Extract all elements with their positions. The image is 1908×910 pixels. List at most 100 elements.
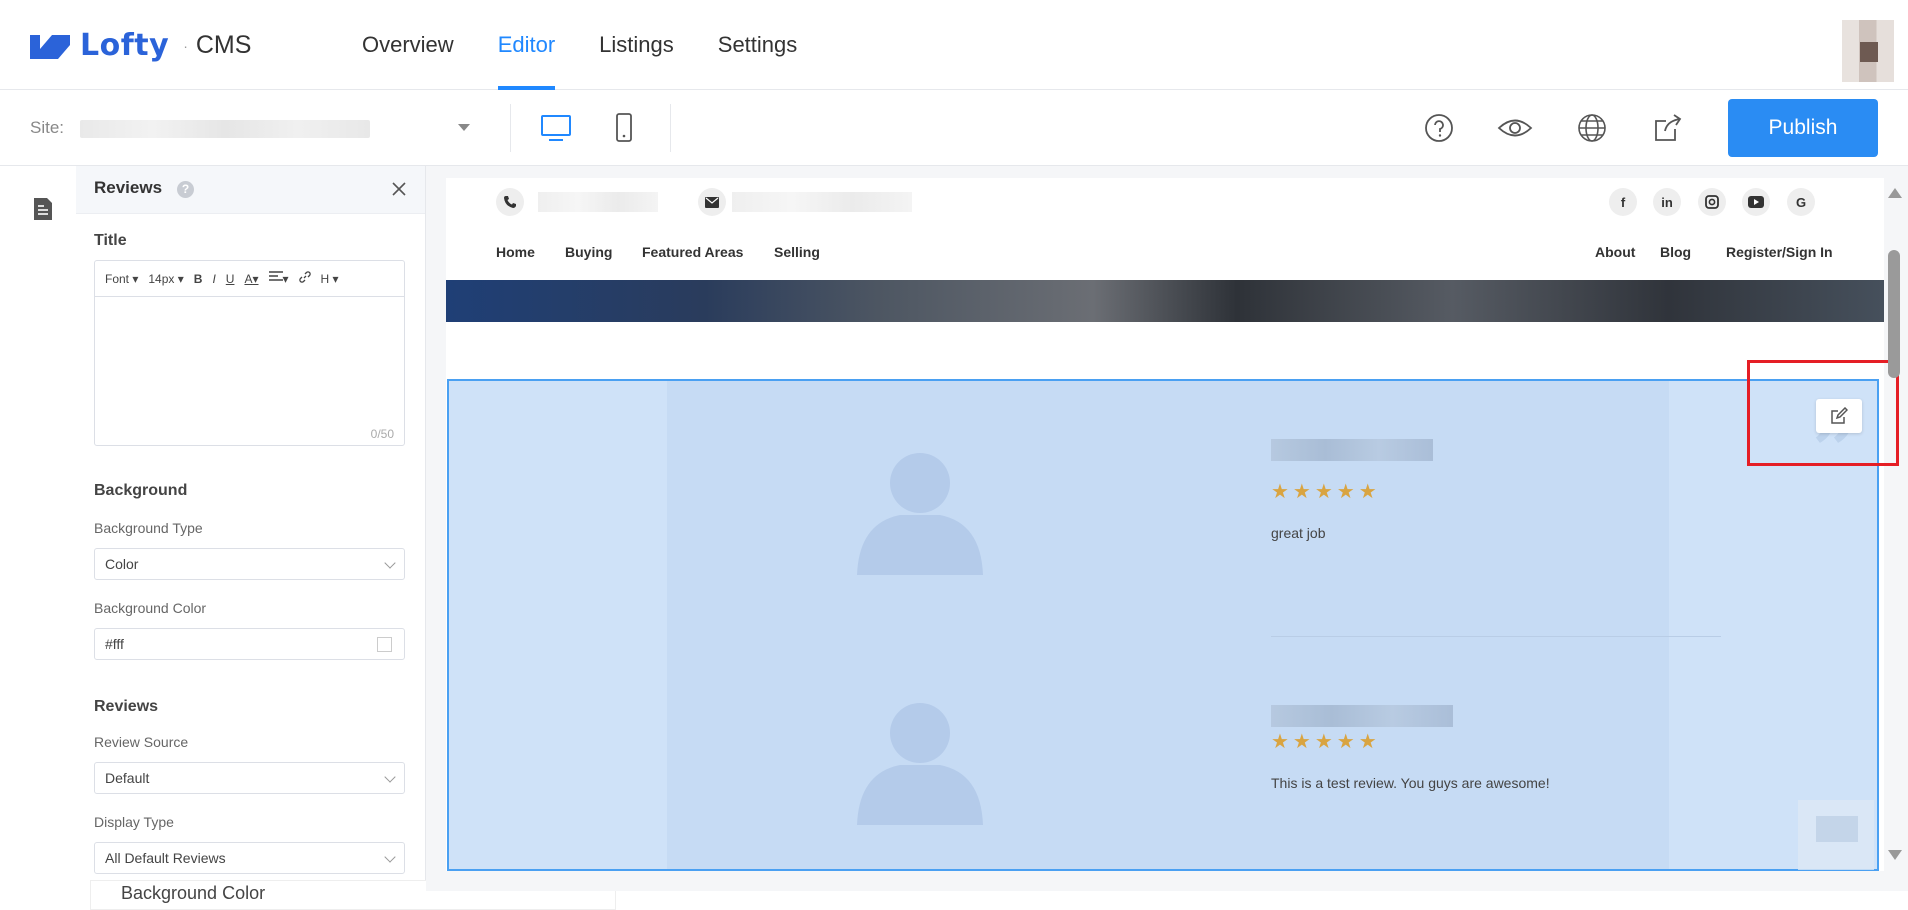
linkedin-icon[interactable]: in [1653, 188, 1681, 216]
site-nav-selling[interactable]: Selling [774, 244, 820, 260]
desktop-icon [541, 115, 571, 141]
background-type-select[interactable]: Color [94, 548, 405, 580]
globe-icon [1578, 114, 1606, 142]
display-type-label: Display Type [94, 814, 174, 830]
review-source-select[interactable]: Default [94, 762, 405, 794]
site-nav-home[interactable]: Home [496, 244, 535, 260]
background-section-heading: Background [94, 482, 188, 499]
caret-down-icon [458, 124, 470, 131]
background-color-label: Background Color [94, 600, 207, 616]
domain-button[interactable] [1572, 108, 1612, 148]
site-label: Site: [30, 118, 65, 137]
display-type-select[interactable]: All Default Reviews [94, 842, 405, 874]
nav-editor[interactable]: Editor [476, 0, 577, 90]
reviews-container: ” ★★★★★ great job ★★★★★ This is a test r… [667, 381, 1858, 869]
share-button[interactable] [1648, 108, 1688, 148]
chevron-down-icon [384, 557, 396, 569]
nav-overview[interactable]: Overview [340, 0, 476, 90]
review-text: This is a test review. You guys are awes… [1271, 775, 1550, 791]
top-navigation: Lofty · CMS Overview Editor Listings Set… [0, 0, 1908, 90]
bold-button[interactable]: B [194, 272, 203, 286]
chevron-down-icon [384, 771, 396, 783]
logo-text: Lofty [80, 28, 170, 63]
nav-listings[interactable]: Listings [577, 0, 696, 90]
text-color-button[interactable]: A▾ [244, 272, 258, 286]
scroll-down-arrow-icon[interactable] [1888, 850, 1902, 860]
desktop-view-button[interactable] [536, 108, 576, 148]
question-icon [1425, 114, 1453, 142]
facebook-icon[interactable]: f [1609, 188, 1637, 216]
highlight-box [1747, 360, 1899, 466]
site-name-redacted [80, 120, 370, 138]
phone-icon [496, 188, 524, 216]
user-avatar[interactable] [1842, 20, 1894, 82]
star-rating: ★★★★★ [1271, 481, 1381, 503]
toolbar-divider [670, 104, 671, 152]
site-nav-buying[interactable]: Buying [565, 244, 612, 260]
background-type-value: Color [105, 556, 139, 572]
scroll-up-arrow-icon[interactable] [1888, 188, 1902, 198]
main-nav: Overview Editor Listings Settings [340, 0, 819, 90]
link-button[interactable] [298, 271, 311, 286]
publish-button[interactable]: Publish [1728, 99, 1878, 157]
preview-button[interactable] [1495, 108, 1535, 148]
site-nav-featured-areas[interactable]: Featured Areas [642, 244, 743, 260]
font-size-dropdown[interactable]: 14px ▾ [148, 272, 183, 286]
help-button[interactable] [1419, 108, 1459, 148]
lofty-logo-icon [30, 34, 70, 59]
scroll-thumb[interactable] [1888, 250, 1900, 378]
help-icon[interactable]: ? [177, 181, 194, 198]
instagram-icon[interactable] [1698, 188, 1726, 216]
site-nav-blog[interactable]: Blog [1660, 244, 1691, 260]
logo-separator: · [183, 37, 188, 54]
align-left-icon [268, 271, 283, 281]
mobile-view-button[interactable] [604, 108, 644, 148]
display-type-value: All Default Reviews [105, 850, 226, 866]
panel-header: Reviews ? [76, 166, 425, 214]
site-select[interactable] [72, 108, 480, 148]
reviewer-name-redacted [1271, 439, 1433, 461]
review-source-value: Default [105, 770, 150, 786]
close-icon[interactable] [388, 178, 410, 200]
site-nav-about[interactable]: About [1595, 244, 1635, 260]
app-logo[interactable]: Lofty · CMS [28, 28, 251, 63]
google-icon[interactable]: G [1787, 188, 1815, 216]
link-icon [298, 271, 311, 283]
font-label: Font [105, 271, 130, 286]
title-rich-text-editor[interactable]: Font ▾ 14px ▾ B I U A▾ ▾ H ▾ 0/50 [94, 260, 405, 446]
star-rating: ★★★★★ [1271, 731, 1381, 753]
review-source-label: Review Source [94, 734, 189, 750]
italic-button[interactable]: I [212, 272, 215, 286]
email-icon [698, 188, 726, 216]
toolbar-divider [510, 104, 511, 152]
chat-widget-redacted[interactable] [1798, 800, 1874, 870]
color-swatch[interactable] [377, 637, 392, 652]
underline-button[interactable]: U [226, 272, 235, 286]
reviews-section-heading: Reviews [94, 698, 159, 715]
font-family-dropdown[interactable]: Font ▾ [105, 272, 138, 286]
section-settings-panel: Reviews ? Title Font ▾ 14px ▾ B I U A▾ ▾… [76, 166, 426, 891]
panel-title: Reviews [94, 178, 163, 197]
eye-icon [1497, 119, 1533, 137]
editor-toolbar: Font ▾ 14px ▾ B I U A▾ ▾ H ▾ [95, 261, 404, 297]
nav-settings[interactable]: Settings [696, 0, 820, 90]
share-icon [1655, 114, 1682, 141]
align-dropdown[interactable]: ▾ [268, 271, 289, 286]
background-color-field[interactable]: #fff [94, 628, 405, 660]
review-divider [1271, 636, 1721, 637]
hero-banner-image [446, 280, 1884, 322]
text-color-label: A [244, 271, 253, 286]
page-document-icon[interactable] [32, 196, 54, 222]
editor-toolbar: Site: [0, 90, 1908, 166]
site-nav-register[interactable]: Register/Sign In [1726, 244, 1833, 260]
email-redacted [732, 192, 912, 212]
youtube-icon[interactable] [1742, 188, 1770, 216]
mobile-icon [616, 113, 632, 142]
character-count: 0/50 [370, 427, 394, 441]
heading-dropdown[interactable]: H ▾ [321, 272, 339, 286]
reviewer-avatar-icon [857, 703, 983, 825]
reviews-section-selected[interactable]: ” ★★★★★ great job ★★★★★ This is a test r… [447, 379, 1879, 871]
reviewer-name-redacted [1271, 705, 1453, 727]
contact-bar: f in G [446, 178, 1884, 226]
product-name: CMS [195, 31, 252, 59]
